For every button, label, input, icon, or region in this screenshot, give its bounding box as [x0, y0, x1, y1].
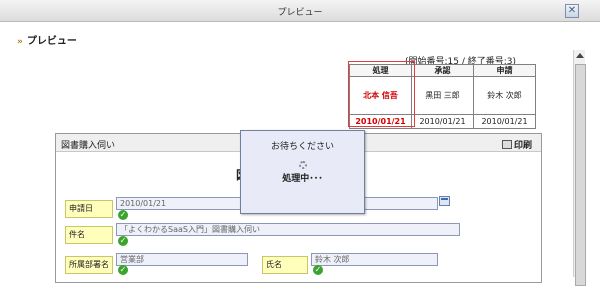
form-title: 図書購入伺い [61, 141, 116, 151]
subject-field[interactable]: 「よくわかるSaaS入門」図書購入伺い [116, 223, 460, 236]
check-icon: ✓ [118, 210, 128, 220]
check-icon: ✓ [118, 265, 128, 275]
printer-icon [502, 140, 512, 149]
current-step-highlight [348, 61, 415, 127]
check-icon: ✓ [118, 236, 128, 246]
close-button[interactable]: ✕ [565, 4, 579, 18]
approval-header-apply: 申請 [473, 64, 536, 77]
date-label: 申請日 [65, 200, 113, 218]
loading-dialog: お待ちください 処理中･･･ [240, 130, 365, 214]
approval-name-apply: 鈴木 次郎 [473, 76, 536, 115]
print-button[interactable]: 印刷 [502, 138, 532, 151]
department-field[interactable]: 営業部 [116, 253, 248, 266]
print-label: 印刷 [514, 141, 533, 151]
spinner-icon [299, 161, 307, 169]
approval-header-approve: 承認 [411, 64, 474, 77]
calendar-icon[interactable] [439, 196, 450, 206]
page-title: プレビュー [26, 36, 77, 47]
department-label: 所属部署名 [65, 256, 113, 274]
page-heading: » プレビュー [17, 32, 77, 47]
scroll-thumb[interactable] [575, 64, 586, 286]
vertical-scrollbar[interactable] [573, 50, 586, 286]
loading-title: お待ちください [270, 142, 334, 152]
scroll-up-icon[interactable] [576, 53, 584, 58]
window-titlebar: プレビュー [0, 0, 600, 22]
name-label: 氏名 [262, 256, 308, 274]
chevron-icon: » [17, 37, 23, 47]
approval-date-approve: 2010/01/21 [411, 114, 474, 129]
window-title: プレビュー [277, 8, 323, 18]
subject-label: 件名 [65, 226, 113, 244]
loading-message: 処理中･･･ [282, 174, 323, 184]
approval-date-apply: 2010/01/21 [473, 114, 536, 129]
approval-name-approve: 黒田 三郎 [411, 76, 474, 115]
check-icon: ✓ [313, 265, 323, 275]
name-field[interactable]: 鈴木 次郎 [311, 253, 438, 266]
